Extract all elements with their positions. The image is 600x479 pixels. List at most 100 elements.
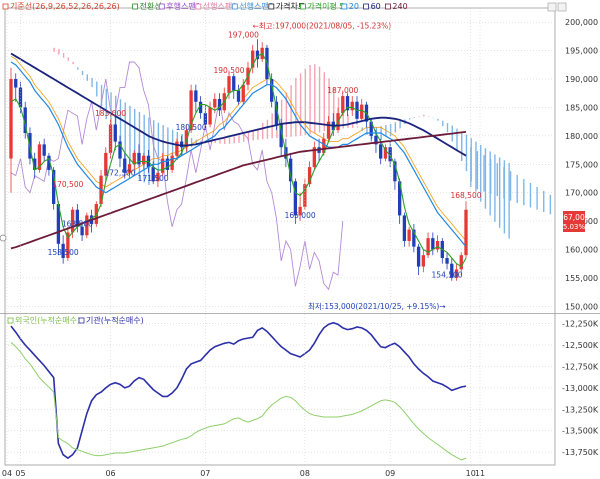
legend-swatch [268,3,275,10]
y-tick-label: 180,000 [565,132,598,141]
legend-label: 기준선(26,9,26,52,26,26,26) [10,2,120,11]
candle-body [360,104,364,119]
candle-body [42,144,46,156]
candle-body [421,255,426,267]
y-tick-label: -13,250K [562,405,599,414]
legend-swatch [132,3,139,10]
annotation-label: 최저:153,000(2021/10/25, +9.15%)→ [308,301,446,311]
legend-swatch [158,3,165,10]
candle-body [350,101,354,111]
candle [421,249,426,273]
annotation-label: ←최고:197,000(2021/08/05, -15.23%) [252,20,391,30]
annotation-label: 170,500 [52,180,83,189]
y-tick-label: 155,000 [565,274,598,283]
legend-item[interactable]: 가격이평 5 [299,1,344,11]
legend-item[interactable]: 후행스팬1 [158,1,201,11]
legend-item[interactable]: 선행스팬2 [231,1,274,11]
candle-body [341,96,345,114]
y-tick-label: 185,000 [565,103,598,112]
y-tick-label: 170,000 [565,189,598,198]
legend-swatch [2,3,9,10]
legend-swatch [7,317,14,324]
candle [251,44,255,74]
candle-body [175,141,179,156]
candle-body [416,246,421,267]
candle-body [14,79,18,88]
candle [217,93,222,116]
y-tick-label: -13,750K [562,448,599,457]
legend-label: 240 [392,2,407,11]
legend-swatch [195,3,202,10]
legend-item[interactable]: 기관(누적순매수) [78,315,144,325]
candle-body [9,79,13,159]
legend-label: 외국인(누적순매수) [15,315,80,325]
candle [407,226,411,247]
candle [345,93,350,116]
y-tick-label: 190,000 [565,75,598,84]
scroll-arrow-left[interactable] [0,234,7,242]
candle-body [402,215,407,241]
y-tick-label: -13,000K [562,384,599,393]
legend-item[interactable]: 가격차트 [268,1,305,11]
candle [416,243,421,276]
annotation-label: 172,500 [105,168,136,177]
candle [435,235,440,253]
x-tick-label: 06 [105,469,115,478]
candle [402,212,407,247]
price-badge-value: 167,000 [558,213,589,222]
ichimoku-cloud [53,47,552,239]
legend-swatch [78,317,85,324]
candle-body [464,209,468,256]
y-tick-label: -12,250K [562,320,599,329]
investor-lines [10,321,467,461]
candle-body [407,229,411,241]
candle-body [435,240,440,250]
candle-body [113,124,117,142]
legend-bottom: 외국인(누적순매수) 기관(누적순매수) [7,315,144,325]
candle-body [236,90,241,102]
legend-item[interactable]: 240 [384,2,408,11]
x-tick-label: 11 [475,469,485,478]
price-badge: 167,000 (5.03%) [558,211,590,232]
legend-item[interactable]: 전환선 [132,1,162,11]
upper-y-axis: 200,000 195,000 190,000 185,000 180,000 175,0… [565,18,598,311]
y-tick-label: 195,000 [565,47,598,56]
legend-label: 60 [371,2,381,11]
legend-item[interactable]: 60 [363,2,381,11]
annotation-label: 163,500 [62,220,93,229]
legend-item[interactable]: 기준선(26,9,26,52,26,26,26) [2,2,120,11]
candle [194,84,198,114]
annotation-label: 165,000 [285,211,316,220]
annotation-label: 180,500 [176,123,207,132]
legend-item[interactable]: 선행스팬1 [195,1,238,11]
x-tick-label: 08 [300,469,310,478]
y-tick-label: -12,500K [562,341,599,350]
candle [236,84,241,105]
annotation-label: 197,000 [228,30,259,39]
x-tick-label: 04 [2,469,12,478]
legend-top: 기준선(26,9,26,52,26,26,26) 전환선 후행스팬1 선행스팬1 선행스… [2,1,408,11]
stock-chart[interactable]: ←최고:197,000(2021/08/05, -15.23%)197,000 1… [0,0,600,479]
candle [426,232,430,259]
candle-body [227,76,231,94]
annotation-label: 154,500 [432,271,463,280]
candle-body [241,84,245,102]
candle [464,201,468,259]
candle-body [208,107,212,125]
settings-button[interactable] [547,2,557,12]
candle [14,73,18,102]
annotation-label: 168,500 [450,191,481,200]
y-tick-label: 175,000 [565,160,598,169]
legend-label: 기관(누적순매수) [86,315,144,325]
candle-body [379,144,383,159]
price-badge-pct: (5.03%) [560,223,588,231]
legend-item[interactable]: 외국인(누적순매수) [7,315,80,325]
x-tick-label: 05 [15,469,25,478]
candle [208,101,212,128]
candle [260,42,264,62]
candle [175,138,179,159]
candle [440,238,444,264]
candle [431,232,435,256]
y-tick-label: 150,000 [565,302,598,311]
expand-button[interactable] [557,2,567,12]
